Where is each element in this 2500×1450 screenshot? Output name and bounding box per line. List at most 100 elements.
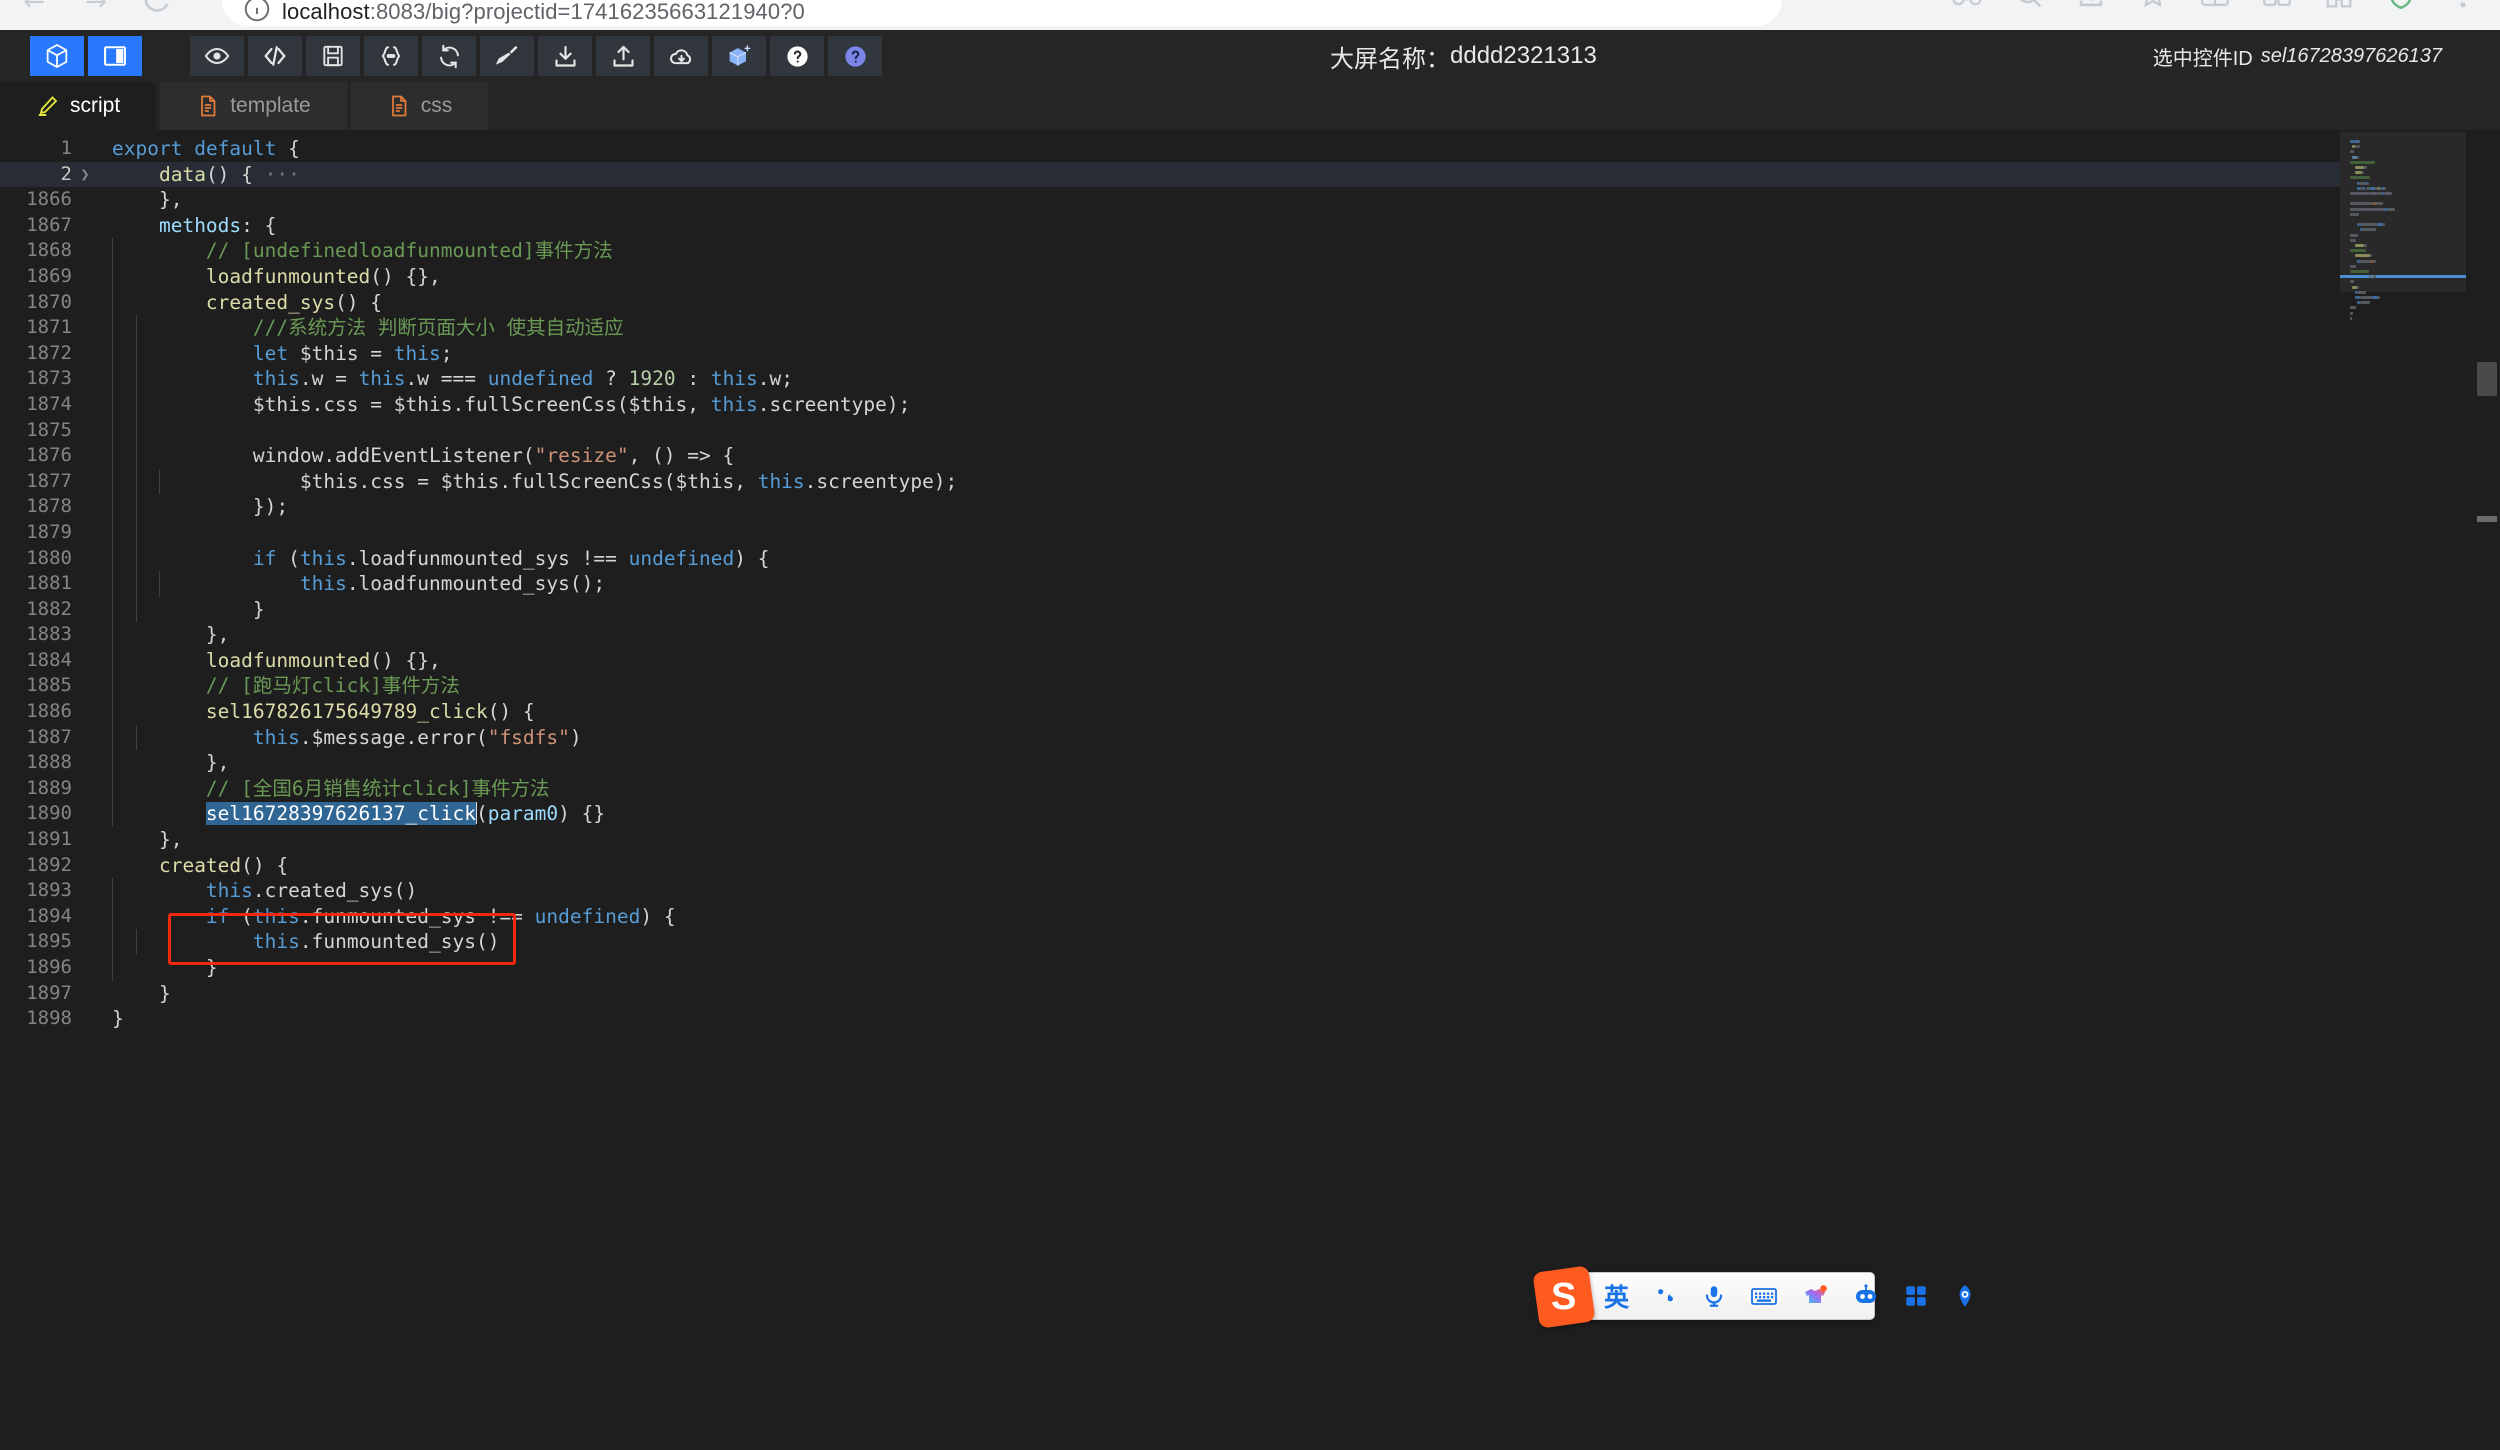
add-component-button[interactable] <box>712 36 766 76</box>
line-number: 1897 <box>26 981 72 1004</box>
code-line[interactable]: 1886 sel167826175649789_click() { <box>0 699 2370 725</box>
minimap-viewport-slider[interactable] <box>2340 132 2466 292</box>
shield-check-icon[interactable] <box>2384 0 2418 12</box>
code-line[interactable]: 1893 this.created_sys() <box>0 878 2370 904</box>
code-text: sel167826175649789_click() { <box>205 700 535 724</box>
minimap-line-fragment <box>2358 145 2360 149</box>
code-line[interactable]: 1866 }, <box>0 187 2370 213</box>
code-line[interactable]: 1896 } <box>0 955 2370 981</box>
code-line[interactable]: 1898} <box>0 1006 2370 1032</box>
vertical-scrollbar[interactable] <box>2472 130 2500 1450</box>
import-button[interactable] <box>538 36 592 76</box>
minimap-line-fragment <box>2384 192 2393 195</box>
split-screen-icon[interactable] <box>2198 0 2232 12</box>
code-line[interactable]: 1873 this.w = this.w === undefined ? 192… <box>0 366 2370 392</box>
code-line[interactable]: 1877 $this.css = $this.fullScreenCss($th… <box>0 468 2370 495</box>
code-text: let $this = this; <box>252 341 453 365</box>
ime-toolbox[interactable] <box>1903 1283 1929 1309</box>
code-line[interactable]: 1878 }); <box>0 494 2370 520</box>
code-line-list[interactable]: 1 export default {2 ❯ data() { ··· 1866 }, 1… <box>0 136 2370 1032</box>
code-editor[interactable]: 1 export default {2 ❯ data() { ··· 1866 }, 1… <box>0 130 2500 1450</box>
ime-language-mode[interactable]: 英 <box>1604 1278 1629 1314</box>
about-button[interactable] <box>828 36 882 76</box>
code-line[interactable]: 1882 } <box>0 596 2370 623</box>
browser-forward-button[interactable]: → <box>78 0 114 20</box>
help-button[interactable] <box>770 36 824 76</box>
code-line[interactable]: 1874 $this.css = $this.fullScreenCss($th… <box>0 391 2370 418</box>
ime-punctuation-toggle[interactable] <box>1652 1283 1678 1309</box>
ime-ai-assistant[interactable] <box>1852 1283 1880 1309</box>
code-line[interactable]: 1894 if (this.funmounted_sys !== undefin… <box>0 903 2370 930</box>
code-line[interactable]: 1888 }, <box>0 750 2370 776</box>
code-line[interactable]: 1891 }, <box>0 827 2370 853</box>
tab-script[interactable]: script <box>0 82 157 130</box>
overflow-menu-icon[interactable] <box>2446 0 2480 12</box>
tab-groups-icon[interactable] <box>2260 0 2294 12</box>
code-line[interactable]: 1868 // [undefinedloadfunmounted]事件方法 <box>0 238 2370 264</box>
code-text: // [全国6月销售统计click]事件方法 <box>112 776 550 800</box>
preview-button[interactable] <box>190 36 244 76</box>
line-number: 1895 <box>26 930 72 953</box>
source-code-button[interactable] <box>248 36 302 76</box>
line-number: 1878 <box>26 495 72 518</box>
code-line[interactable]: 1883 }, <box>0 622 2370 648</box>
code-line[interactable]: 1895 this.funmounted_sys() <box>0 929 2370 955</box>
share-icon[interactable] <box>2074 0 2108 12</box>
format-json-button[interactable] <box>364 36 418 76</box>
search-icon[interactable] <box>2012 0 2046 12</box>
ime-logo[interactable]: S <box>1532 1265 1596 1329</box>
code-line[interactable]: 1890 sel16728397626137_click(param0) {} <box>0 801 2370 828</box>
extensions-puzzle-icon[interactable] <box>2322 0 2356 12</box>
code-line[interactable]: 1887 this.$message.error("fsdfs") <box>0 724 2370 751</box>
code-line[interactable]: 1 export default { <box>0 136 2370 162</box>
code-line[interactable]: 1897 } <box>0 981 2370 1007</box>
panel-layout-button[interactable] <box>88 36 142 76</box>
code-line[interactable]: 1869 loadfunmounted() {}, <box>0 263 2370 290</box>
tab-label: template <box>230 94 311 117</box>
indent-guide <box>112 929 113 955</box>
code-line[interactable]: 1884 loadfunmounted() {}, <box>0 647 2370 674</box>
code-line[interactable]: 1889 // [全国6月销售统计click]事件方法 <box>0 775 2370 802</box>
code-line[interactable]: 1867 methods: { <box>0 213 2370 239</box>
line-number: 1872 <box>26 341 72 364</box>
cloud-sync-button[interactable] <box>654 36 708 76</box>
code-line[interactable]: 1876 window.addEventListener("resize", (… <box>0 443 2370 469</box>
export-button[interactable] <box>596 36 650 76</box>
tab-css[interactable]: css <box>350 82 489 130</box>
code-line[interactable]: 1871 ///系统方法 判断页面大小 使其自动适应 <box>0 315 2370 341</box>
code-line[interactable]: 1875 <box>0 417 2370 444</box>
tab-template[interactable]: template <box>160 82 347 130</box>
code-text: } <box>112 981 171 1005</box>
ime-voice-input[interactable] <box>1701 1283 1727 1309</box>
bookmark-star-icon[interactable] <box>2136 0 2170 12</box>
line-number: 1890 <box>26 802 72 825</box>
code-scroll-area[interactable]: 1 export default {2 ❯ data() { ··· 1866 }, 1… <box>0 130 2500 1450</box>
code-line[interactable]: 1881 this.loadfunmounted_sys(); <box>0 571 2370 597</box>
3d-cube-view-button[interactable] <box>30 36 84 76</box>
code-line[interactable]: 1872 let $this = this; <box>0 340 2370 367</box>
sogou-ime-toolbar[interactable]: S 英 <box>1532 1265 1971 1329</box>
code-minimap[interactable] <box>2340 130 2466 1450</box>
ime-soft-keyboard[interactable] <box>1750 1283 1778 1309</box>
ime-skin[interactable] <box>1801 1283 1829 1309</box>
code-line[interactable]: 1885 // [跑马灯click]事件方法 <box>0 673 2370 700</box>
address-bar[interactable]: localhost:8083/big?projectid=17416235663… <box>222 0 1782 26</box>
code-line[interactable]: 1892 created() { <box>0 853 2370 879</box>
minimap-line-fragment <box>2356 155 2359 159</box>
fold-toggle-icon[interactable]: ❯ <box>72 162 98 188</box>
save-button[interactable] <box>306 36 360 76</box>
code-line[interactable]: 1870 created_sys() { <box>0 289 2370 316</box>
reload-icon[interactable] <box>140 0 174 16</box>
refresh-button[interactable] <box>422 36 476 76</box>
code-line[interactable]: 2 ❯ data() { ··· <box>0 161 2370 188</box>
indent-guide <box>112 955 113 981</box>
clear-button[interactable] <box>480 36 534 76</box>
scrollbar-thumb[interactable] <box>2477 362 2497 396</box>
ime-settings[interactable] <box>1952 1283 1978 1309</box>
code-line[interactable]: 1880 if (this.loadfunmounted_sys !== und… <box>0 545 2370 572</box>
indent-guide <box>159 468 160 495</box>
browser-back-button[interactable]: ← <box>16 0 52 20</box>
code-line[interactable]: 1879 <box>0 519 2370 546</box>
line-number: 1869 <box>26 264 72 287</box>
glasses-icon[interactable] <box>1950 0 1984 12</box>
